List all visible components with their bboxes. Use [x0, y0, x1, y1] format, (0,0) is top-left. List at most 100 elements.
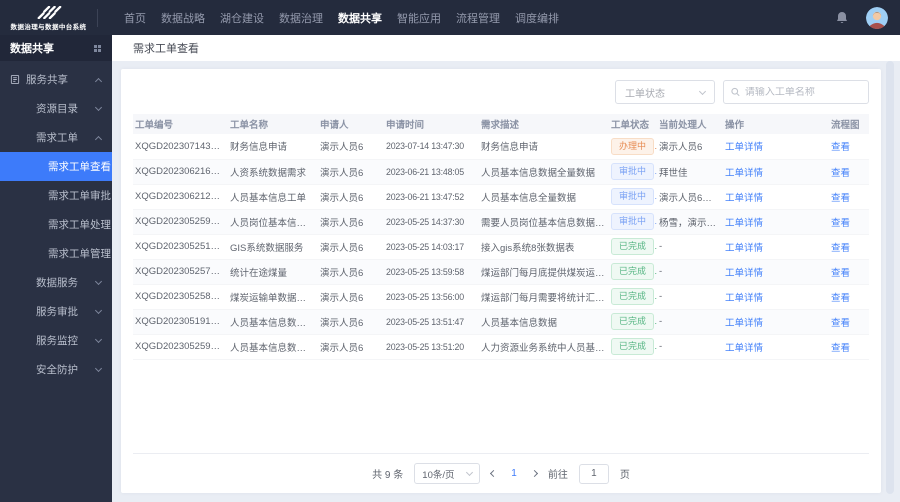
column-header: 需求描述 [479, 114, 609, 134]
sidebar-item[interactable]: 需求工单审批 [0, 181, 112, 210]
order-name-cell: GIS系统数据服务 [228, 234, 318, 260]
applicant-cell: 演示人员6 [318, 259, 384, 285]
column-header: 申请时间 [384, 114, 479, 134]
order-name-cell: 人员基本信息工单 [228, 184, 318, 210]
order-detail-link[interactable]: 工单详情 [725, 268, 763, 279]
status-select[interactable]: 工单状态 [615, 80, 715, 104]
order-detail-link[interactable]: 工单详情 [725, 193, 763, 204]
view-flow-link[interactable]: 查看 [831, 343, 850, 354]
view-flow-link[interactable]: 查看 [831, 193, 850, 204]
apply-time-cell: 2023-05-25 14:03:17 [384, 234, 479, 260]
status-cell: 审批中 [609, 184, 657, 210]
handler-cell: 拜世佳 [657, 159, 723, 185]
scrollbar[interactable] [886, 61, 894, 494]
chevron-up-icon [94, 77, 103, 85]
order-detail-link[interactable]: 工单详情 [725, 168, 763, 179]
action-cell: 工单详情 [723, 159, 829, 185]
order-detail-link[interactable]: 工单详情 [725, 142, 763, 153]
flow-cell: 查看 [829, 334, 869, 360]
status-cell: 已完成 [609, 309, 657, 335]
sidebar-item[interactable]: 资源目录 [0, 94, 112, 123]
order-name-cell: 人员岗位基本信息数据... [228, 209, 318, 235]
grid-icon[interactable] [94, 44, 102, 52]
filter-row: 工单状态 [121, 69, 881, 114]
status-cell: 审批中 [609, 209, 657, 235]
apply-time-cell: 2023-05-25 13:56:00 [384, 284, 479, 310]
description-cell: 煤运部门每月底提供煤炭运输信息... [479, 259, 609, 285]
handler-cell: - [657, 259, 723, 285]
sidebar-item[interactable]: 服务监控 [0, 326, 112, 355]
bell-icon[interactable] [836, 11, 848, 24]
nav-item[interactable]: 数据战略 [161, 10, 205, 26]
column-header: 工单名称 [228, 114, 318, 134]
view-flow-link[interactable]: 查看 [831, 168, 850, 179]
description-cell: 煤运部门每月需要将统计汇总的运... [479, 284, 609, 310]
chevron-down-icon [466, 468, 474, 477]
table-row: XQGD202305259264人员基本信息数据需求...演示人员62023-0… [133, 334, 869, 360]
top-nav: 数据治理与数据中台系统 首页 数据战略 湖仓建设 数据治理 数据共享 智能应用 流程管理 调度… [0, 0, 900, 35]
view-flow-link[interactable]: 查看 [831, 268, 850, 279]
handler-cell: 演示人员6 [657, 134, 723, 160]
order-id-cell: XQGD202305257323 [133, 259, 228, 285]
sidebar: 数据共享 服务共享 资源目录 需求工单 需求工单查看 需求工单审批 需求工单处理 需求工单管… [0, 35, 112, 502]
table-row: XQGD202305258543煤炭运输单数据服务工单演示人员62023-05-… [133, 284, 869, 310]
flow-cell: 查看 [829, 159, 869, 185]
sidebar-item-label: 服务审批 [36, 306, 78, 318]
view-flow-link[interactable]: 查看 [831, 142, 850, 153]
nav-item[interactable]: 流程管理 [456, 10, 500, 26]
sidebar-item-label: 需求工单处理 [48, 219, 111, 231]
chevron-down-icon [94, 306, 103, 314]
order-name-cell: 财务信息申请 [228, 134, 318, 160]
table-row: XQGD202306216193 人资系统数据需求 演示人员6 2023-06-21 … [133, 159, 869, 185]
sidebar-item-label: 需求工单查看 [48, 161, 111, 173]
sidebar-item[interactable]: 需求工单管理 [0, 239, 112, 268]
breadcrumb: 需求工单查看 [112, 35, 900, 61]
prev-page-button[interactable] [490, 469, 498, 478]
order-detail-link[interactable]: 工单详情 [725, 243, 763, 254]
chevron-down-icon [94, 103, 103, 111]
user-avatar[interactable] [866, 6, 888, 29]
view-flow-link[interactable]: 查看 [831, 243, 850, 254]
sidebar-item-label: 资源目录 [36, 103, 78, 115]
app-logo: 数据治理与数据中台系统 [0, 4, 97, 31]
order-detail-link[interactable]: 工单详情 [725, 293, 763, 304]
nav-item[interactable]: 数据共享 [338, 10, 382, 26]
sidebar-item[interactable]: 需求工单处理 [0, 210, 112, 239]
nav-item[interactable]: 数据治理 [279, 10, 323, 26]
goto-page-input[interactable] [578, 463, 609, 484]
nav-item[interactable]: 湖仓建设 [220, 10, 264, 26]
view-flow-link[interactable]: 查看 [831, 293, 850, 304]
view-flow-link[interactable]: 查看 [831, 318, 850, 329]
order-detail-link[interactable]: 工单详情 [725, 218, 763, 229]
sidebar-item[interactable]: 服务审批 [0, 297, 112, 326]
status-badge: 已完成 [611, 338, 655, 355]
description-cell: 人员基本信息数据全量数据 [479, 159, 609, 185]
action-cell: 工单详情 [723, 259, 829, 285]
next-page-button[interactable] [530, 469, 538, 478]
action-cell: 工单详情 [723, 309, 829, 335]
column-header: 操作 [723, 114, 829, 134]
flow-cell: 查看 [829, 184, 869, 210]
order-id-cell: XQGD202305251328 [133, 234, 228, 260]
status-cell: 办理中 [609, 134, 657, 160]
sidebar-item[interactable]: 安全防护 [0, 355, 112, 384]
main-area: 需求工单查看 工单状态 工单编号工单名称申请人申请时间需求描述工单状态当前处理人… [112, 35, 900, 502]
document-icon [10, 74, 20, 85]
sidebar-item[interactable]: 数据服务 [0, 268, 112, 297]
sidebar-item[interactable]: 需求工单查看 [0, 152, 112, 181]
view-flow-link[interactable]: 查看 [831, 218, 850, 229]
handler-cell: - [657, 234, 723, 260]
page-size-select[interactable]: 10条/页 [414, 463, 481, 484]
nav-item[interactable]: 智能应用 [397, 10, 441, 26]
nav-item[interactable]: 调度编排 [515, 10, 559, 26]
sidebar-item[interactable]: 需求工单 [0, 123, 112, 152]
status-cell: 已完成 [609, 284, 657, 310]
order-detail-link[interactable]: 工单详情 [725, 343, 763, 354]
sidebar-item[interactable]: 服务共享 [0, 65, 112, 94]
sidebar-menu: 服务共享资源目录需求工单需求工单查看需求工单审批需求工单处理需求工单管理 数据服务… [0, 61, 112, 384]
page-number[interactable]: 1 [507, 468, 521, 479]
search-input[interactable] [744, 86, 861, 98]
nav-item[interactable]: 首页 [124, 10, 146, 26]
table-header-row: 工单编号 工单名称 申请人 申请时间 需求描述 工单状态 当前处理人 操作 流程图 [133, 114, 869, 134]
order-detail-link[interactable]: 工单详情 [725, 318, 763, 329]
